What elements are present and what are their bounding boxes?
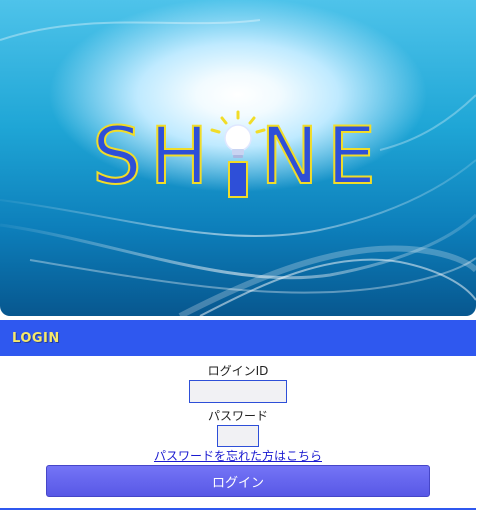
password-input[interactable] [217,425,259,447]
login-id-input[interactable] [189,380,287,403]
forgot-password-link[interactable]: パスワードを忘れた方はこちら [0,449,476,464]
password-label: パスワード [207,409,268,423]
shine-logo: SH NE [0,110,476,203]
login-header-bar: LOGIN [0,320,476,356]
login-form: ログインID パスワード パスワードを忘れた方はこちら ログイン [0,362,476,497]
login-button[interactable]: ログイン [46,465,430,497]
logo-text-end: NE [259,111,384,203]
bottom-divider [0,508,476,510]
logo-text-start: SH [91,111,217,203]
lightbulb-icon [210,110,266,202]
login-heading: LOGIN [12,330,60,346]
login-id-label: ログインID [207,364,269,378]
hero-banner: SH NE [0,0,476,316]
